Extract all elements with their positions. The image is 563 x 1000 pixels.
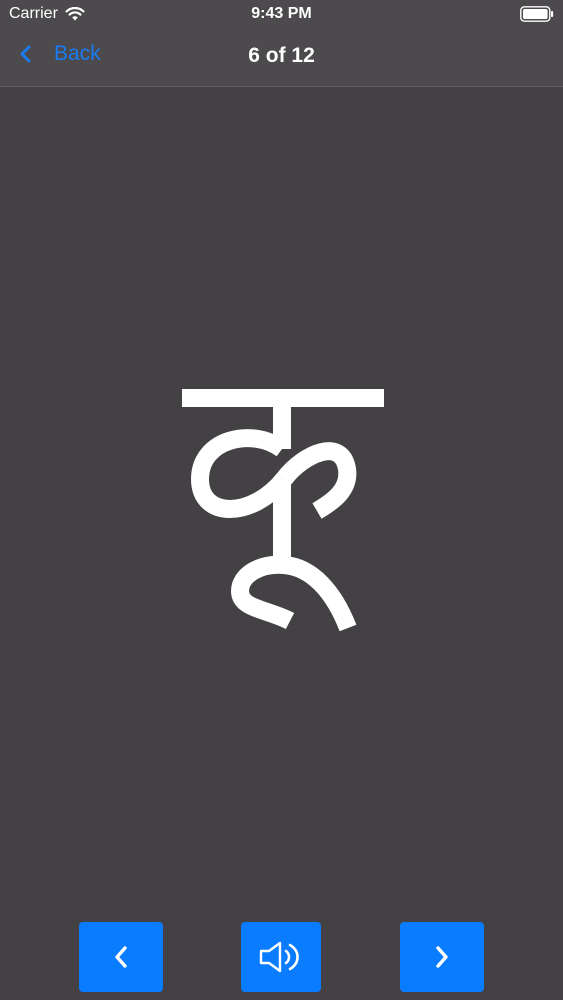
speaker-icon	[259, 941, 299, 973]
navigation-bar: Back 6 of 12	[0, 28, 563, 87]
page-title: 6 of 12	[248, 44, 315, 67]
speak-button[interactable]	[241, 922, 321, 992]
status-time: 9:43 PM	[251, 5, 312, 22]
chevron-right-icon	[436, 946, 448, 968]
card-controls	[0, 922, 563, 994]
flashcard-area: कू	[0, 87, 563, 1000]
chevron-left-icon	[115, 946, 127, 968]
previous-button[interactable]	[79, 922, 163, 992]
battery-icon	[520, 6, 554, 22]
status-bar: Carrier 9:43 PM	[0, 0, 563, 28]
character-glyph: कू	[182, 389, 384, 632]
next-button[interactable]	[400, 922, 484, 992]
